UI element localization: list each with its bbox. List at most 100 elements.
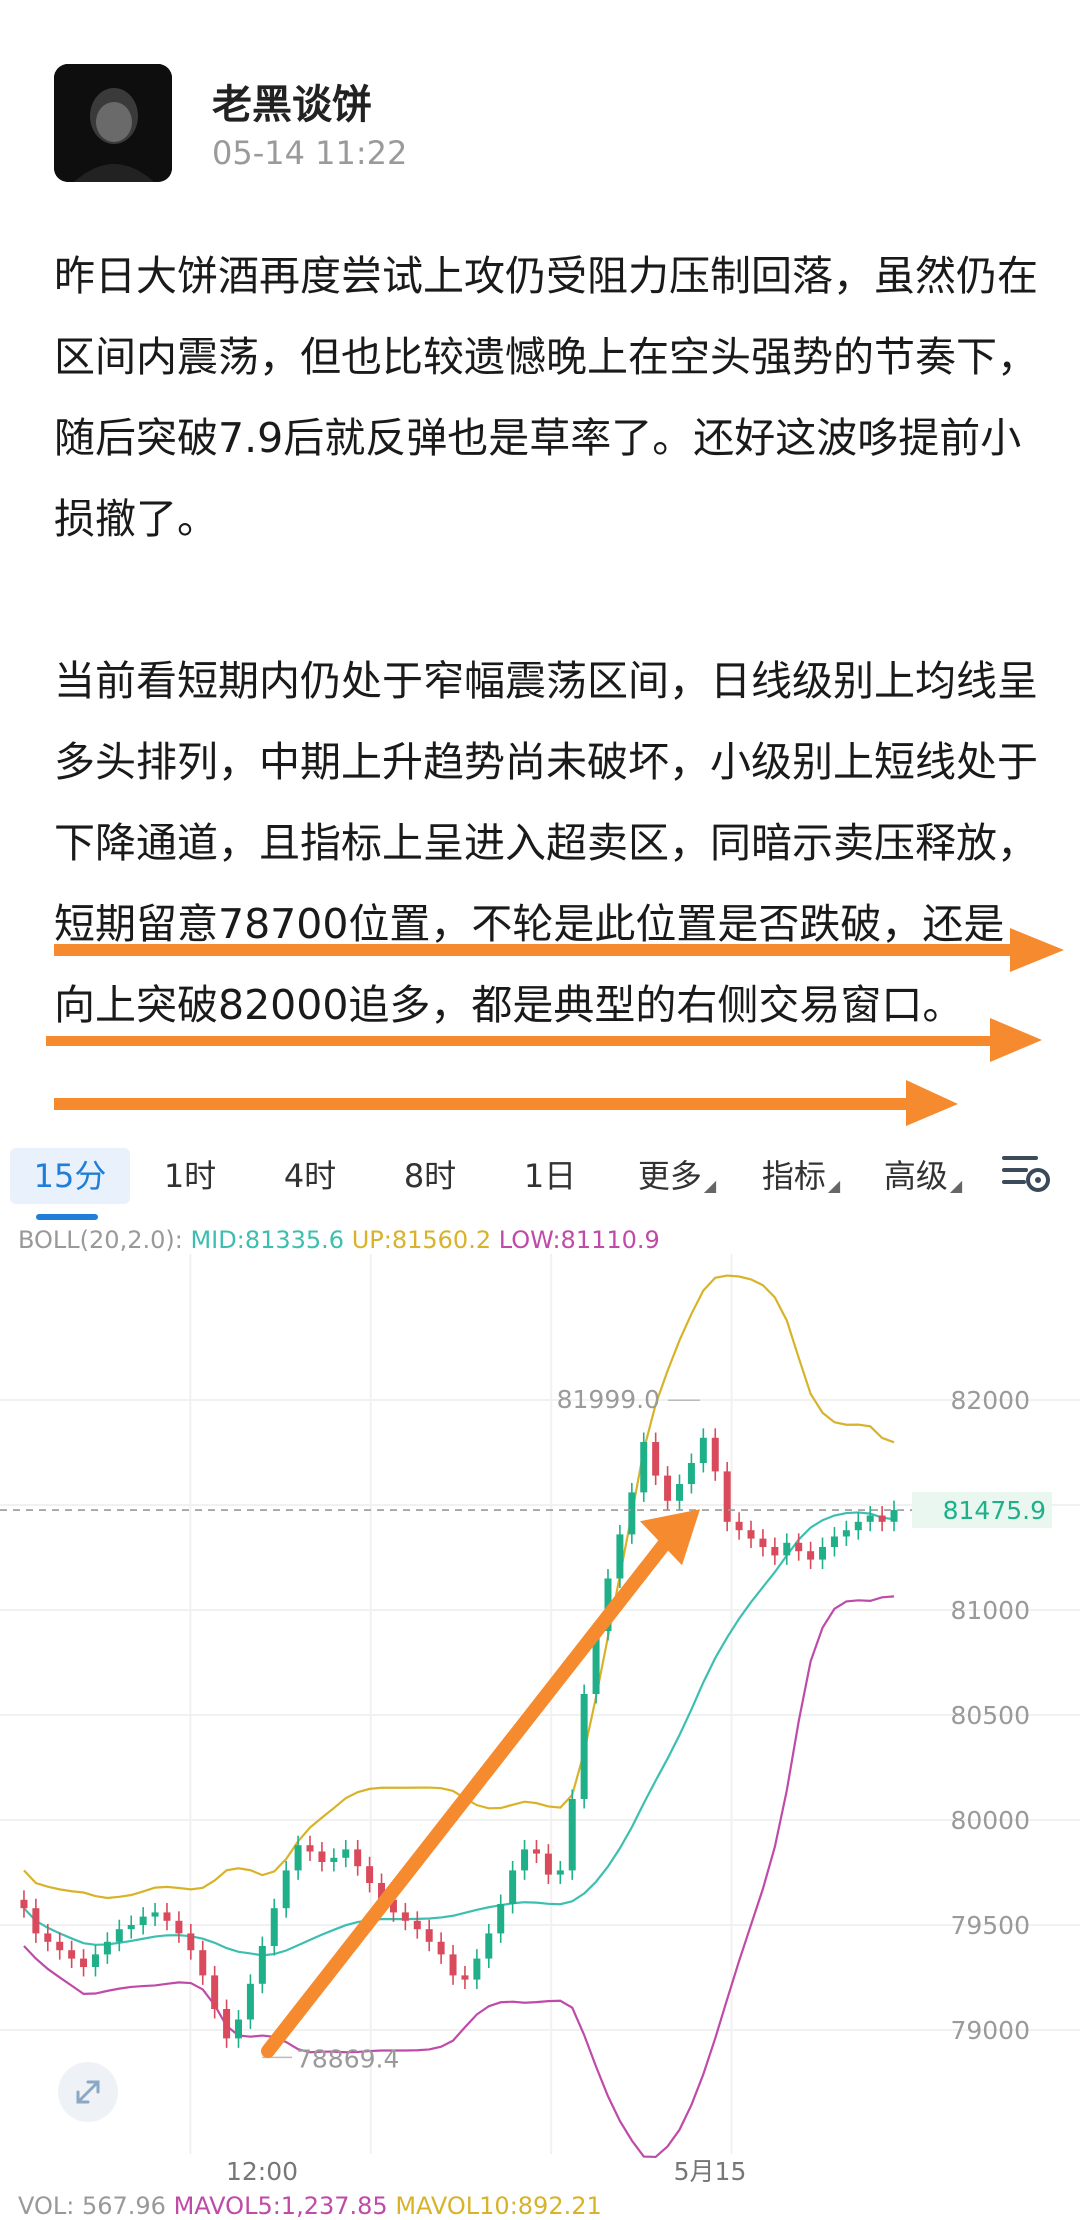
candle-body (246, 1983, 254, 2020)
post-paragraph-2: 当前看短期内仍处于窄幅震荡区间，日线级别上均线呈多头排列，中期上升趋势尚未破坏，… (54, 657, 1038, 1029)
candle-body (842, 1530, 850, 1537)
tab-15m[interactable]: 15分 (10, 1148, 130, 1204)
active-tab-indicator (36, 1214, 98, 1220)
candle-body (366, 1866, 374, 1883)
candle-body (664, 1475, 672, 1501)
high-price-label: 81999.0 (557, 1385, 660, 1414)
y-tick-label: 80000 (950, 1806, 1030, 1835)
candle-body (807, 1551, 815, 1560)
candle-body (544, 1853, 552, 1875)
tab-4h[interactable]: 4时 (260, 1148, 360, 1204)
chart-settings-button[interactable] (996, 1142, 1056, 1202)
candle-body (139, 1916, 147, 1925)
candle-body (103, 1941, 111, 1955)
candle-body (354, 1849, 362, 1867)
candle-body (652, 1442, 660, 1476)
candle-body (258, 1946, 266, 1984)
candle-body (282, 1870, 290, 1909)
candle-body (783, 1542, 791, 1556)
candle-body (20, 1899, 28, 1909)
candle-body (413, 1920, 421, 1930)
candle-body (187, 1933, 195, 1951)
candle-body (711, 1437, 719, 1472)
candle-body (211, 1975, 219, 2009)
tab-more-label: 更多 (637, 1157, 702, 1195)
boll-label: BOLL(20,2.0): (18, 1226, 183, 1254)
boll-up: UP:81560.2 (351, 1226, 492, 1254)
candle-body (795, 1542, 803, 1552)
tab-advanced[interactable]: 高级 ◢ (868, 1148, 978, 1204)
interval-tabs: 15分 1时 4时 8时 1日 更多 ◢ 指标 ◢ 高级 ◢ (0, 1138, 1080, 1224)
candle-body (401, 1912, 409, 1921)
mavol5-value: MAVOL5:1,237.85 (173, 2192, 388, 2220)
candle-body (580, 1694, 588, 1799)
candle-body (830, 1536, 838, 1547)
candle-body (854, 1521, 862, 1531)
settings-icon (1002, 1156, 1050, 1192)
candle-body (80, 1958, 88, 1967)
candle-body (890, 1510, 898, 1522)
candle-body (473, 1958, 481, 1980)
tab-indicator[interactable]: 指标 ◢ (746, 1148, 856, 1204)
post-time: 05-14 11:22 (212, 134, 408, 172)
y-tick-label: 80500 (950, 1701, 1030, 1730)
arrow-mark-3 (54, 1080, 958, 1126)
tab-more[interactable]: 更多 ◢ (622, 1148, 732, 1204)
candle-body (556, 1870, 564, 1875)
candle-body (461, 1975, 469, 1980)
tab-indicator-label: 指标 (761, 1157, 826, 1195)
candle-body (56, 1941, 64, 1951)
expand-icon (76, 2080, 100, 2104)
candle-body (437, 1941, 445, 1955)
tab-1h[interactable]: 1时 (140, 1148, 240, 1204)
candle-body (747, 1530, 755, 1539)
tab-8h[interactable]: 8时 (380, 1148, 480, 1204)
volume-legend: VOL: 567.96 MAVOL5:1,237.85 MAVOL10:892.… (18, 2192, 602, 2220)
tab-1d[interactable]: 1日 (500, 1148, 600, 1204)
candle-body (330, 1857, 338, 1862)
candle-body (485, 1933, 493, 1959)
candle-body (294, 1845, 302, 1871)
low-price-label: 78869.4 (296, 2044, 399, 2073)
boll-low: LOW:81110.9 (498, 1226, 660, 1254)
author-avatar[interactable] (54, 64, 172, 182)
candle-body (616, 1534, 624, 1579)
post-paragraph-1: 昨日大饼酒再度尝试上攻仍受阻力压制回落，虽然仍在区间内震荡，但也比较遗憾晚上在空… (54, 252, 1038, 543)
tab-advanced-label: 高级 (883, 1157, 948, 1195)
avatar-image (54, 64, 172, 182)
candle-body (819, 1547, 827, 1560)
candle-body (532, 1849, 540, 1854)
y-tick-label: 79000 (950, 2016, 1030, 2045)
author-name[interactable]: 老黑谈饼 (212, 72, 372, 130)
dropdown-caret-icon: ◢ (703, 1176, 717, 1195)
candle-body (735, 1521, 743, 1531)
candle-body (771, 1547, 779, 1556)
candle-body (270, 1908, 278, 1946)
expand-chart-button[interactable] (58, 2062, 118, 2122)
candle-body (759, 1538, 767, 1547)
candle-body (306, 1845, 314, 1852)
candle-body (509, 1870, 517, 1904)
vol-value: VOL: 567.96 (18, 2192, 166, 2220)
candle-body (115, 1929, 123, 1942)
candle-body (497, 1904, 505, 1934)
candle-body (723, 1471, 731, 1522)
candle-body (199, 1950, 207, 1976)
candle-body (866, 1515, 874, 1522)
candle-body (425, 1929, 433, 1942)
y-tick-label: 82000 (950, 1386, 1030, 1415)
candle-body (91, 1954, 99, 1967)
price-chart[interactable]: 8200081500810008050080000795007900081475… (0, 1254, 1080, 2184)
boll-lower-band (23, 1595, 895, 2159)
candle-body (68, 1950, 76, 1959)
post-body: 昨日大饼酒再度尝试上攻仍受阻力压制回落，虽然仍在区间内震荡，但也比较遗憾晚上在空… (54, 236, 1044, 1046)
candle-body (223, 2009, 231, 2039)
candle-body (521, 1849, 529, 1871)
candle-body (676, 1484, 683, 1501)
candle-body (640, 1442, 648, 1493)
dropdown-caret-icon: ◢ (827, 1176, 841, 1195)
mavol10-value: MAVOL10:892.21 (395, 2192, 602, 2220)
candle-body (44, 1933, 52, 1942)
boll-legend: BOLL(20,2.0): MID:81335.6 UP:81560.2 LOW… (18, 1226, 660, 1254)
trend-arrow-shaft (261, 1522, 683, 2058)
